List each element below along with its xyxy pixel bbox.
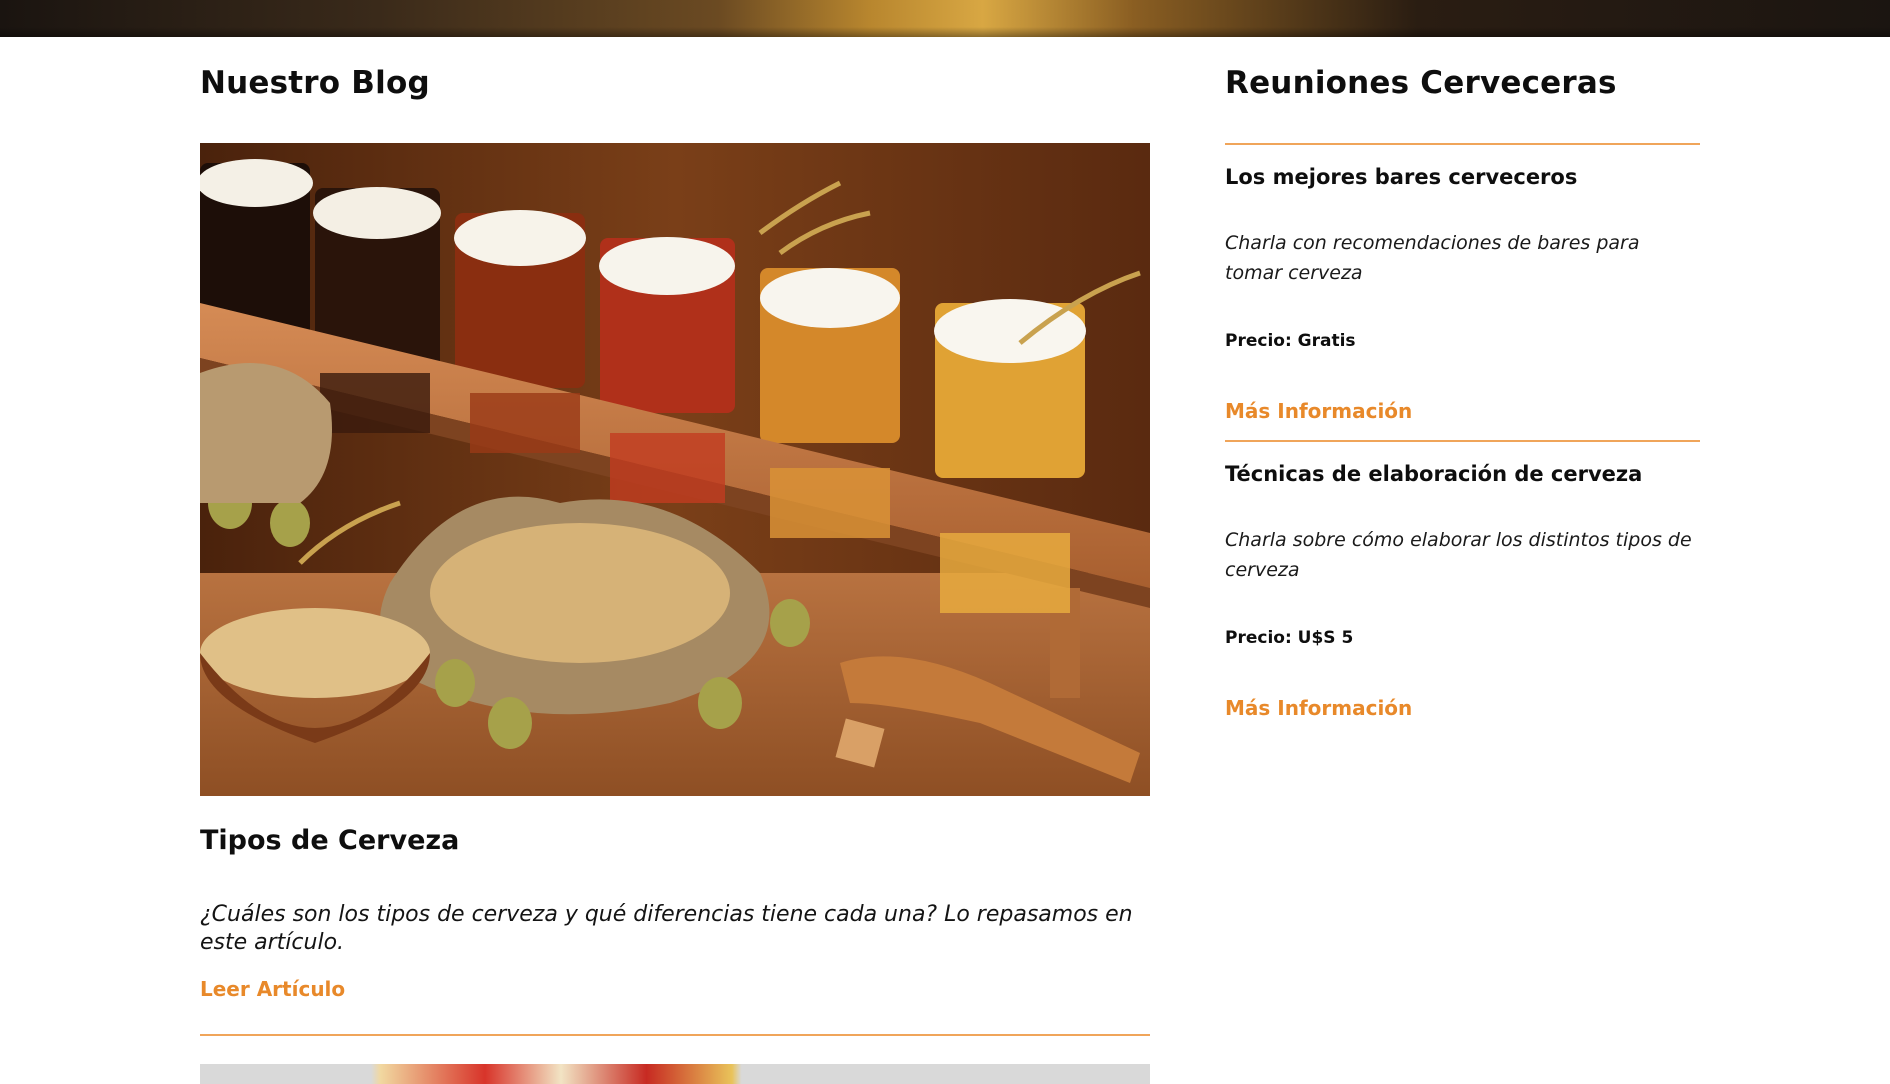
beer-flight-illustration xyxy=(200,143,1150,796)
event-item: Los mejores bares cerveceros Charla con … xyxy=(1225,143,1700,440)
next-post-image[interactable] xyxy=(200,1064,1150,1084)
event-description: Charla con recomendaciones de bares para… xyxy=(1225,232,1640,284)
events-heading: Reuniones Cerveceras xyxy=(1225,65,1617,101)
more-info-link[interactable]: Más Información xyxy=(1225,696,1412,720)
event-item: Técnicas de elaboración de cerveza Charl… xyxy=(1225,440,1700,737)
blog-post-title[interactable]: Tipos de Cerveza xyxy=(200,825,459,856)
event-price: Precio: U$S 5 xyxy=(1225,628,1354,648)
hero-image-strip xyxy=(0,0,1890,37)
beer-flight-image[interactable] xyxy=(200,143,1150,796)
event-title: Técnicas de elaboración de cerveza xyxy=(1225,462,1643,486)
more-info-link[interactable]: Más Información xyxy=(1225,399,1412,423)
read-article-link[interactable]: Leer Artículo xyxy=(200,977,345,1001)
blog-post-excerpt: ¿Cuáles son los tipos de cerveza y qué d… xyxy=(200,902,1133,955)
page-content: Nuestro Blog Tipos de Cerveza ¿Cuáles so… xyxy=(0,37,1890,1084)
event-divider xyxy=(1225,440,1700,442)
event-description: Charla sobre cómo elaborar los distintos… xyxy=(1225,529,1692,581)
blog-divider xyxy=(200,1034,1150,1036)
event-price: Precio: Gratis xyxy=(1225,331,1356,351)
blog-heading: Nuestro Blog xyxy=(200,65,430,101)
event-title: Los mejores bares cerveceros xyxy=(1225,165,1578,189)
event-divider xyxy=(1225,143,1700,145)
